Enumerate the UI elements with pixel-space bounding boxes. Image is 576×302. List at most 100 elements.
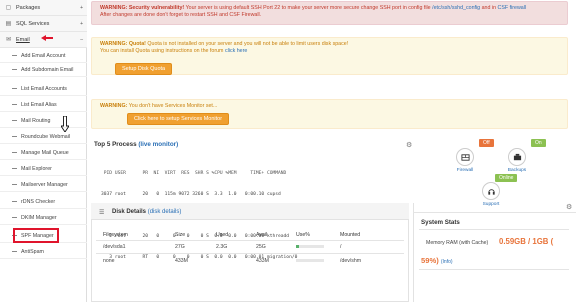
disk-details-heading: Disk Details	[112, 209, 147, 215]
alert-text: Your server is using default SSH Port 22…	[185, 5, 431, 11]
setup-services-monitor-button[interactable]: Click here to setup Services Monitor	[127, 113, 230, 125]
column-header-use-pct: Use%	[296, 232, 310, 238]
sidebar-subitem-rdns-checker[interactable]: rDNS Checker	[0, 195, 87, 209]
sidebar-subitem-label: Mailserver Manager	[21, 181, 68, 188]
sshd-config-link[interactable]: /etc/ssh/sshd_config	[432, 5, 480, 11]
process-table-header: PID USER PR NI VIRT RES SHR S %CPU %MEM …	[101, 171, 287, 176]
table-cell-filesystem: none	[103, 258, 115, 264]
column-header-size: Size	[175, 232, 186, 238]
firewall-status-badge: Off	[479, 139, 494, 147]
bullet-icon	[12, 201, 17, 202]
expand-icon: +	[80, 5, 83, 11]
bullet-icon	[12, 152, 17, 153]
red-arrow-annotation-icon	[41, 35, 53, 41]
alert-strong: WARNING:	[100, 103, 128, 109]
alert-strong: WARNING: Security vulnerability!	[100, 5, 185, 11]
sidebar-subitem-add-subdomain-email[interactable]: Add Subdomain Email	[0, 63, 87, 77]
alert-text: You can install Quota using instructions…	[100, 48, 224, 54]
memory-label: Memory RAM (with Cache)	[426, 240, 489, 246]
live-monitor-link[interactable]: (live monitor)	[138, 141, 178, 148]
sidebar-subitem-label: Add Subdomain Email	[21, 66, 74, 73]
bullet-icon	[12, 217, 17, 218]
box-icon: ▢	[5, 5, 12, 11]
sidebar-subitem-mail-routing[interactable]: Mail Routing	[0, 114, 87, 128]
bullet-icon	[12, 69, 17, 70]
column-header-mounted: Mounted	[340, 232, 361, 238]
sidebar-subitem-label: Add Email Account	[21, 52, 66, 59]
sidebar: ▢ Packages + ▤ SQL Services + ✉ Email – …	[0, 0, 87, 302]
backups-label: Backups	[507, 168, 527, 173]
backups-icon	[508, 148, 526, 166]
memory-percent-value: 59%)	[421, 256, 439, 265]
bullet-icon	[12, 55, 17, 56]
backups-status-badge: On	[531, 139, 546, 147]
table-cell-filesystem: /dev/sda1	[103, 244, 126, 250]
column-header-filesystem: Filesystem	[103, 232, 128, 238]
support-status-badge: Online	[495, 174, 518, 182]
down-arrow-annotation-icon	[61, 116, 69, 132]
database-icon: ▤	[5, 21, 12, 27]
sidebar-subitem-dkim-manager[interactable]: DKIM Manager	[0, 211, 87, 225]
divider	[419, 269, 569, 270]
setup-disk-quota-button[interactable]: Setup Disk Quota	[115, 63, 173, 75]
gear-icon[interactable]: ⚙	[566, 203, 572, 211]
sidebar-item-sql-services[interactable]: ▤ SQL Services +	[0, 16, 87, 32]
sidebar-subitem-label: Roundcube Webmail	[21, 133, 71, 140]
bullet-icon	[12, 136, 17, 137]
divider	[413, 212, 576, 213]
divider	[96, 240, 404, 241]
gear-icon[interactable]: ⚙	[406, 141, 412, 149]
sidebar-subitem-manage-mail-queue[interactable]: Manage Mail Queue	[0, 146, 87, 160]
table-cell-avail: 433M	[256, 258, 269, 264]
sidebar-item-label: SQL Services	[16, 20, 50, 27]
memory-info-link[interactable]: (Info)	[441, 259, 453, 265]
sidebar-item-packages[interactable]: ▢ Packages +	[0, 0, 87, 16]
bullet-icon	[12, 184, 17, 185]
alert-strong: WARNING: Quota!	[100, 41, 146, 47]
sidebar-subitem-label: rDNS Checker	[21, 198, 56, 205]
bullet-icon	[12, 251, 17, 252]
table-cell-size: 27G	[175, 244, 185, 250]
sidebar-subitem-mailserver-manager[interactable]: Mailserver Manager	[0, 178, 87, 192]
disk-details-title: Disk Details (disk details)	[112, 209, 181, 215]
system-stats-title: System Stats	[421, 219, 460, 226]
quota-forum-link[interactable]: click here	[225, 48, 247, 54]
sidebar-subitem-list-email-alias[interactable]: List Email Alias	[0, 98, 87, 112]
alert-text: After changes are done don't forget to r…	[100, 12, 262, 18]
alert-text: Quota is not installed on your server an…	[147, 41, 349, 47]
disk-details-link[interactable]: (disk details)	[148, 209, 182, 215]
alert-text: and in	[481, 5, 497, 11]
column-header-used: Used	[216, 232, 229, 238]
sidebar-subitem-label: List Email Accounts	[21, 85, 67, 92]
security-warning-alert: WARNING: Security vulnerability! Your se…	[91, 1, 568, 25]
sidebar-subitem-list-email-accounts[interactable]: List Email Accounts	[0, 82, 87, 96]
table-cell-mounted: /	[340, 244, 342, 250]
spf-manager-highlight	[13, 228, 59, 243]
table-cell-used: 2.3G	[216, 244, 228, 250]
sidebar-subitem-label: AntiSpam	[21, 248, 44, 255]
table-cell-mounted: /dev/shm	[340, 258, 362, 264]
list-icon: ☰	[99, 210, 105, 216]
memory-value: 0.59GB / 1GB (	[499, 237, 554, 246]
sidebar-subitem-mail-explorer[interactable]: Mail Explorer	[0, 162, 87, 176]
sidebar-subitem-add-email-account[interactable]: Add Email Account	[0, 49, 87, 63]
csf-firewall-link[interactable]: CSF firewall	[498, 5, 527, 11]
disk-usage-bar	[296, 259, 324, 262]
firewall-label: Firewall	[456, 168, 474, 173]
top-process-title: Top 5 Process (live monitor)	[94, 141, 178, 148]
divider	[96, 253, 404, 254]
column-header-avail: Avail	[256, 232, 268, 238]
sidebar-item-label: Packages	[16, 4, 41, 11]
firewall-tile[interactable]: Firewall	[445, 148, 485, 178]
table-cell-size: 433M	[175, 258, 188, 264]
sidebar-subitem-roundcube-webmail[interactable]: Roundcube Webmail	[0, 130, 87, 144]
sidebar-subitem-label: List Email Alias	[21, 101, 57, 108]
divider	[419, 229, 569, 230]
disk-usage-bar-fill	[296, 245, 299, 248]
sidebar-item-label: Email	[16, 36, 30, 43]
sidebar-subitem-antispam[interactable]: AntiSpam	[0, 245, 87, 259]
expand-icon: +	[80, 21, 83, 27]
bullet-icon	[12, 168, 17, 169]
sidebar-subitem-label: DKIM Manager	[21, 214, 57, 221]
table-cell-avail: 25G	[256, 244, 266, 250]
